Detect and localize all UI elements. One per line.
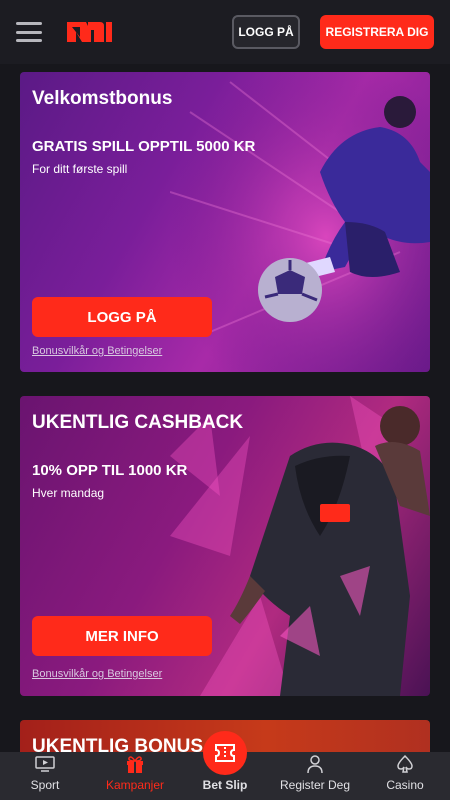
- welcome-bonus-card: Velkomstbonus GRATIS SPILL OPPTIL 5000 K…: [20, 72, 430, 372]
- nav-label: Casino: [386, 778, 424, 792]
- login-button[interactable]: LOGG PÅ: [232, 15, 300, 49]
- terms-link[interactable]: Bonusvilkår og Betingelser: [32, 668, 162, 680]
- card-offer: GRATIS SPILL OPPTIL 5000 KR: [32, 138, 256, 155]
- nav-label: Bet Slip: [202, 778, 248, 792]
- nav-item-casino[interactable]: Casino: [360, 752, 450, 800]
- nav-label: Sport: [30, 778, 60, 792]
- card-title: UKENTLIG CASHBACK: [32, 412, 244, 433]
- ticket-icon: [215, 744, 235, 762]
- weekly-cashback-card: UKENTLIG CASHBACK 10% OPP TIL 1000 KR Hv…: [20, 396, 430, 696]
- card-more-info-button[interactable]: MER INFO: [32, 616, 212, 656]
- top-header: LOGG PÅ REGISTRERA DIG: [0, 0, 450, 64]
- spade-icon: [394, 754, 416, 774]
- card-subtitle: For ditt første spill: [32, 162, 128, 176]
- card-offer: 10% OPP TIL 1000 KR: [32, 462, 188, 479]
- bet-slip-button[interactable]: [203, 731, 247, 775]
- register-button[interactable]: REGISTRERA DIG: [320, 15, 434, 49]
- nav-item-kampanjer[interactable]: Kampanjer: [90, 752, 180, 800]
- card-title: Velkomstbonus: [32, 88, 173, 109]
- card-login-button[interactable]: LOGG PÅ: [32, 297, 212, 337]
- user-icon: [304, 754, 326, 774]
- gift-icon: [124, 754, 146, 774]
- nav-item-register[interactable]: Register Deg: [270, 752, 360, 800]
- n1-logo[interactable]: [64, 18, 114, 46]
- tv-icon: [34, 754, 56, 774]
- hamburger-menu-icon[interactable]: [16, 22, 42, 42]
- nav-label: Register Deg: [279, 778, 351, 792]
- nav-item-sport[interactable]: Sport: [0, 752, 90, 800]
- nav-label: Kampanjer: [105, 778, 165, 792]
- card-subtitle: Hver mandag: [32, 486, 105, 500]
- terms-link[interactable]: Bonusvilkår og Betingelser: [32, 345, 162, 357]
